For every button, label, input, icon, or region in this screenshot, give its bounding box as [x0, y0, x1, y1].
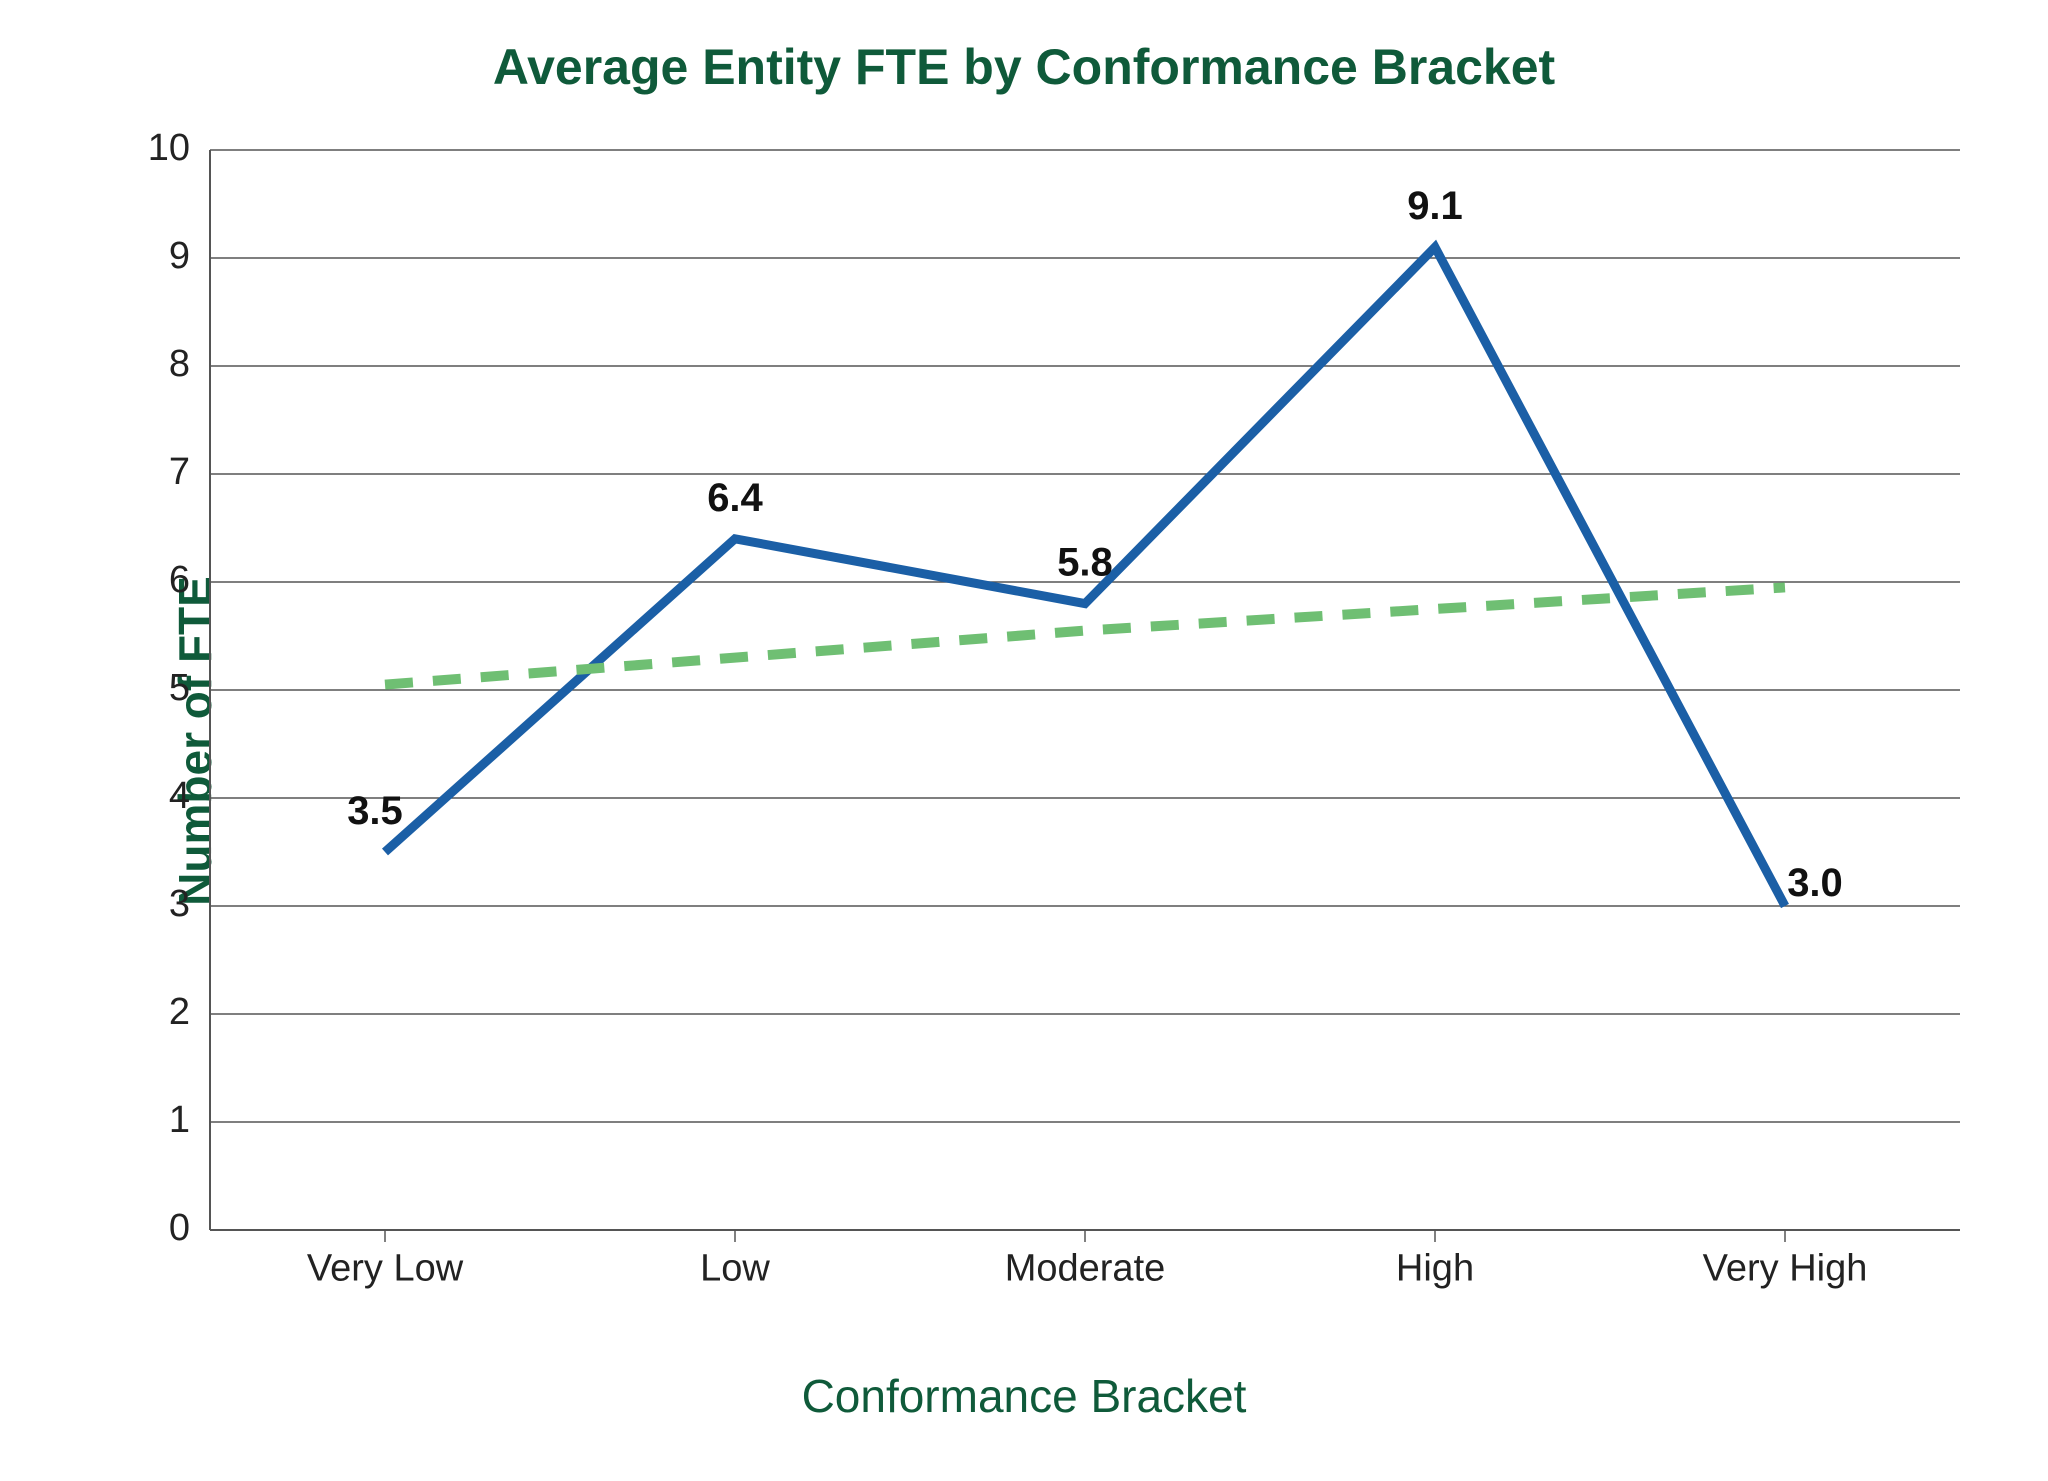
data-label: 6.4: [707, 476, 763, 520]
data-label: 5.8: [1057, 541, 1113, 585]
y-tick-label: 10: [148, 127, 190, 169]
data-labels: 3.5 6.4 5.8 9.1 3.0: [347, 184, 1843, 905]
y-tick-label: 5: [169, 667, 190, 709]
data-label: 3.5: [347, 789, 403, 833]
data-label: 3.0: [1787, 861, 1843, 905]
x-tick-label: Moderate: [1005, 1247, 1166, 1289]
y-tick-label: 1: [169, 1099, 190, 1141]
y-tick-label: 6: [169, 559, 190, 601]
y-tick-label: 4: [169, 775, 190, 817]
chart-container: Average Entity FTE by Conformance Bracke…: [0, 0, 2048, 1481]
y-tick-label: 8: [169, 343, 190, 385]
chart-plot: 012345678910 Very LowLowModerateHighVery…: [0, 0, 2048, 1481]
y-axis: 0 1 2 3 4 5 6 7 8 9 10: [148, 127, 190, 1249]
x-tick-label: Low: [700, 1247, 770, 1289]
y-tick-label: 7: [169, 451, 190, 493]
y-tick-label: 9: [169, 235, 190, 277]
x-axis: Very Low Low Moderate High Very High: [307, 1230, 1868, 1289]
x-tick-label: Very High: [1703, 1247, 1868, 1289]
y-tick-label: 3: [169, 883, 190, 925]
gridlines: [210, 150, 1960, 1230]
y-tick-label: 0: [169, 1207, 190, 1249]
data-label: 9.1: [1407, 184, 1463, 228]
x-tick-label: High: [1396, 1247, 1474, 1289]
y-tick-label: 2: [169, 991, 190, 1033]
x-tick-label: Very Low: [307, 1247, 464, 1289]
